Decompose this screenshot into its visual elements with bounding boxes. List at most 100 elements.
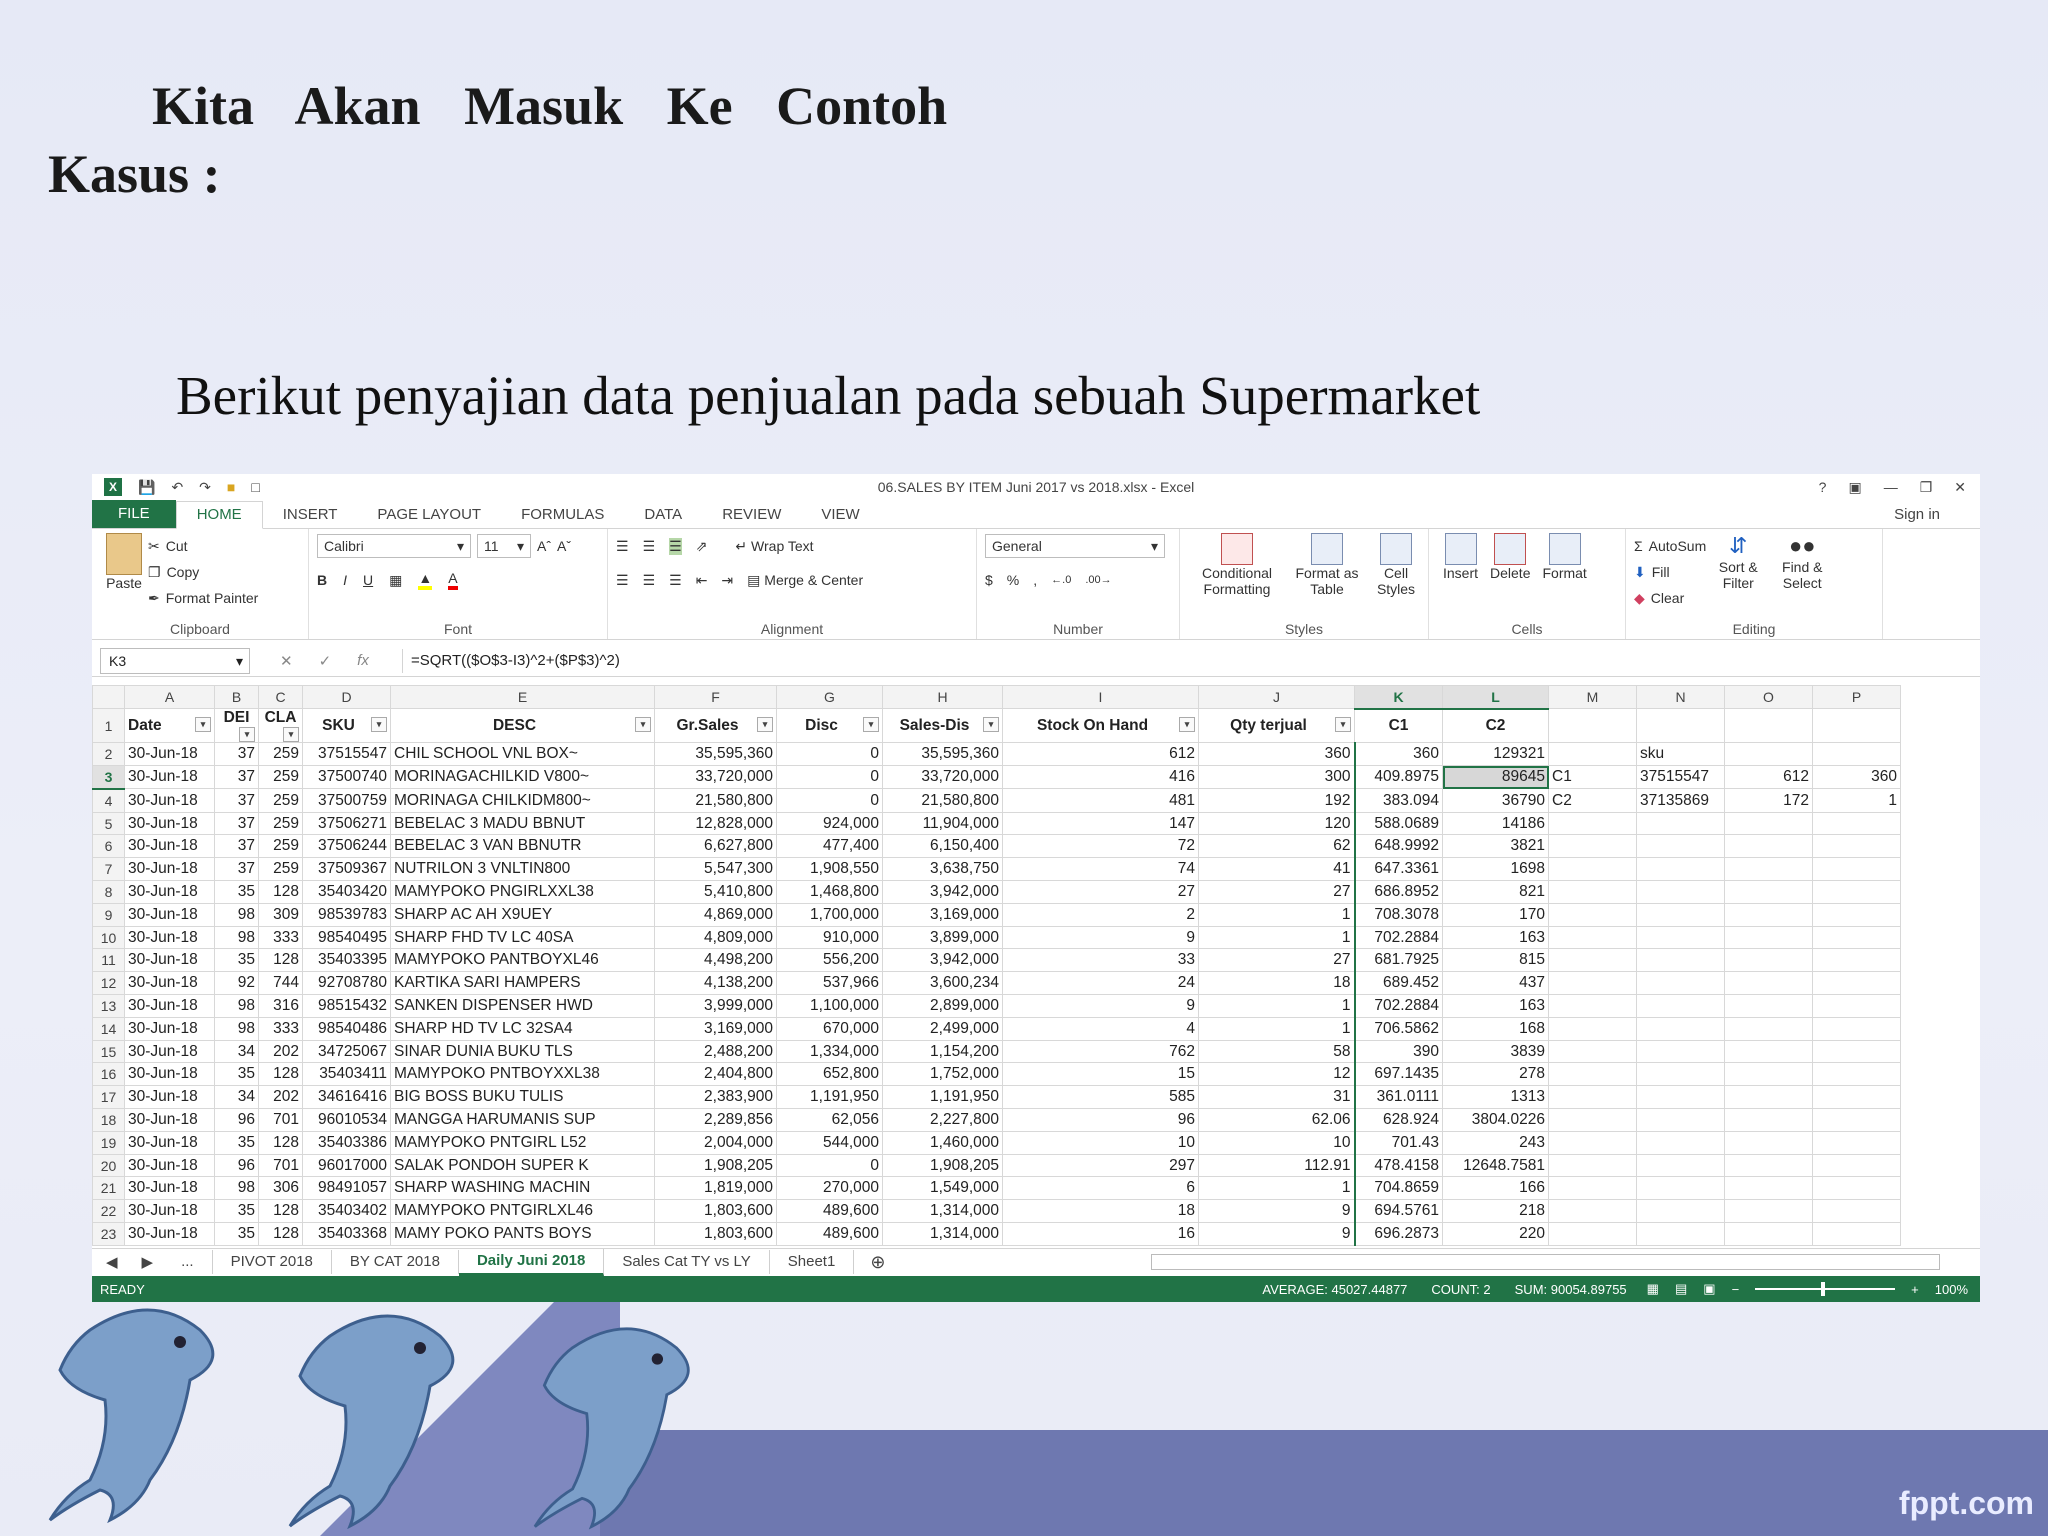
- cell[interactable]: [1724, 971, 1813, 996]
- cell[interactable]: 821: [1442, 880, 1549, 904]
- cell[interactable]: 333: [258, 925, 303, 950]
- align-bottom-icon[interactable]: ☰: [669, 537, 682, 555]
- row-header[interactable]: 19: [92, 1130, 125, 1155]
- cell[interactable]: 129321: [1442, 742, 1549, 767]
- cell[interactable]: 220: [1442, 1222, 1549, 1246]
- row-header[interactable]: 15: [92, 1039, 125, 1064]
- cell[interactable]: 2,289,856: [654, 1108, 777, 1132]
- cell[interactable]: [1812, 971, 1901, 996]
- cell[interactable]: MAMYPOKO PNGIRLXXL38: [390, 880, 655, 904]
- cell[interactable]: 689.452: [1353, 971, 1443, 996]
- number-format-select[interactable]: General ▾: [985, 534, 1165, 558]
- cell[interactable]: 481: [1002, 788, 1199, 813]
- cell[interactable]: 31: [1198, 1085, 1355, 1110]
- cell[interactable]: SALAK PONDOH SUPER K: [390, 1153, 655, 1178]
- header-cell[interactable]: Date ▾: [124, 708, 215, 744]
- cell[interactable]: 3804.0226: [1442, 1108, 1549, 1132]
- decrease-indent-icon[interactable]: ⇤: [696, 572, 708, 589]
- cell[interactable]: 4,869,000: [654, 902, 777, 927]
- cell[interactable]: 3839: [1442, 1039, 1549, 1064]
- cell[interactable]: 588.0689: [1353, 811, 1443, 836]
- cell[interactable]: [1724, 1222, 1813, 1246]
- cell[interactable]: 6,627,800: [654, 834, 777, 859]
- cell[interactable]: 35403402: [302, 1199, 391, 1224]
- cell[interactable]: MAMYPOKO PNTGIRLXL46: [390, 1199, 655, 1224]
- column-header[interactable]: L: [1442, 684, 1549, 710]
- cell[interactable]: 35403386: [302, 1130, 391, 1155]
- cell[interactable]: C2: [1548, 788, 1637, 813]
- bold-icon[interactable]: B: [317, 572, 327, 588]
- cell[interactable]: 1,819,000: [654, 1176, 777, 1201]
- cell[interactable]: 1,191,950: [776, 1085, 883, 1110]
- horizontal-scrollbar[interactable]: [1151, 1254, 1940, 1270]
- orientation-icon[interactable]: ⇗: [696, 538, 708, 555]
- cell[interactable]: 1,100,000: [776, 994, 883, 1018]
- cell[interactable]: 701.43: [1353, 1130, 1443, 1155]
- cell[interactable]: 1,191,950: [882, 1085, 1003, 1110]
- cell[interactable]: 706.5862: [1353, 1016, 1443, 1041]
- cell[interactable]: 1,908,205: [654, 1153, 777, 1178]
- cell[interactable]: 9: [1198, 1199, 1355, 1224]
- filter-dropdown-icon[interactable]: ▾: [983, 716, 999, 732]
- cell[interactable]: 172: [1724, 788, 1813, 813]
- sheet-tab-sheet1[interactable]: Sheet1: [770, 1250, 855, 1274]
- sheet-tab-by-cat-2018[interactable]: BY CAT 2018: [332, 1250, 459, 1274]
- row-header[interactable]: 7: [92, 857, 125, 882]
- filter-dropdown-icon[interactable]: ▾: [1179, 716, 1195, 732]
- cell[interactable]: 2,899,000: [882, 994, 1003, 1018]
- cell[interactable]: 361.0111: [1353, 1085, 1443, 1110]
- add-sheet-icon[interactable]: ⊕: [854, 1252, 901, 1273]
- cell[interactable]: [1812, 994, 1901, 1018]
- cell[interactable]: 5,410,800: [654, 880, 777, 904]
- column-header[interactable]: E: [390, 684, 655, 710]
- cell[interactable]: [1548, 1039, 1637, 1064]
- cell[interactable]: 30-Jun-18: [124, 971, 215, 996]
- cell[interactable]: 704.8659: [1353, 1176, 1443, 1201]
- cell[interactable]: MAMY POKO PANTS BOYS: [390, 1222, 655, 1246]
- cell[interactable]: 35: [214, 880, 259, 904]
- cell[interactable]: SINAR DUNIA BUKU TLS: [390, 1039, 655, 1064]
- cell[interactable]: 409.8975: [1353, 765, 1443, 790]
- cell[interactable]: KARTIKA SARI HAMPERS: [390, 971, 655, 996]
- column-header[interactable]: C: [258, 684, 303, 710]
- cell[interactable]: [1636, 1130, 1725, 1155]
- cell[interactable]: 2,499,000: [882, 1016, 1003, 1041]
- cell[interactable]: SHARP WASHING MACHIN: [390, 1176, 655, 1201]
- cell[interactable]: 168: [1442, 1016, 1549, 1041]
- cell[interactable]: 37: [214, 857, 259, 882]
- row-header[interactable]: 17: [92, 1085, 125, 1110]
- cell[interactable]: 2,488,200: [654, 1039, 777, 1064]
- format-painter-button[interactable]: ✒ Format Painter: [148, 585, 258, 611]
- cell[interactable]: 696.2873: [1353, 1222, 1443, 1246]
- cell[interactable]: 18: [1198, 971, 1355, 996]
- decrease-decimal-icon[interactable]: .00→: [1085, 574, 1111, 586]
- cell[interactable]: 112.91: [1198, 1153, 1355, 1178]
- cell[interactable]: 3,942,000: [882, 948, 1003, 973]
- cell[interactable]: 556,200: [776, 948, 883, 973]
- tab-formulas[interactable]: FORMULAS: [501, 502, 624, 528]
- row-header[interactable]: 14: [92, 1016, 125, 1041]
- cell[interactable]: 5,547,300: [654, 857, 777, 882]
- cell[interactable]: 4,138,200: [654, 971, 777, 996]
- cell[interactable]: [1548, 1130, 1637, 1155]
- cell[interactable]: 37506244: [302, 834, 391, 859]
- cell[interactable]: 96017000: [302, 1153, 391, 1178]
- cell[interactable]: 1: [1198, 925, 1355, 950]
- cell[interactable]: 3,899,000: [882, 925, 1003, 950]
- cell[interactable]: MAMYPOKO PNTGIRL L52: [390, 1130, 655, 1155]
- cell[interactable]: MANGGA HARUMANIS SUP: [390, 1108, 655, 1132]
- row-header[interactable]: 20: [92, 1153, 125, 1178]
- cell[interactable]: [1636, 971, 1725, 996]
- cell[interactable]: 37: [214, 788, 259, 813]
- cell[interactable]: [1636, 1176, 1725, 1201]
- cell[interactable]: 1,460,000: [882, 1130, 1003, 1155]
- cell[interactable]: [1548, 971, 1637, 996]
- cell[interactable]: 702.2884: [1353, 925, 1443, 950]
- cell[interactable]: 30-Jun-18: [124, 1153, 215, 1178]
- tab-review[interactable]: REVIEW: [702, 502, 801, 528]
- column-header[interactable]: N: [1636, 684, 1725, 710]
- cell[interactable]: [1812, 1222, 1901, 1246]
- cell[interactable]: 34: [214, 1039, 259, 1064]
- cell[interactable]: 147: [1002, 811, 1199, 836]
- cell[interactable]: [1724, 1130, 1813, 1155]
